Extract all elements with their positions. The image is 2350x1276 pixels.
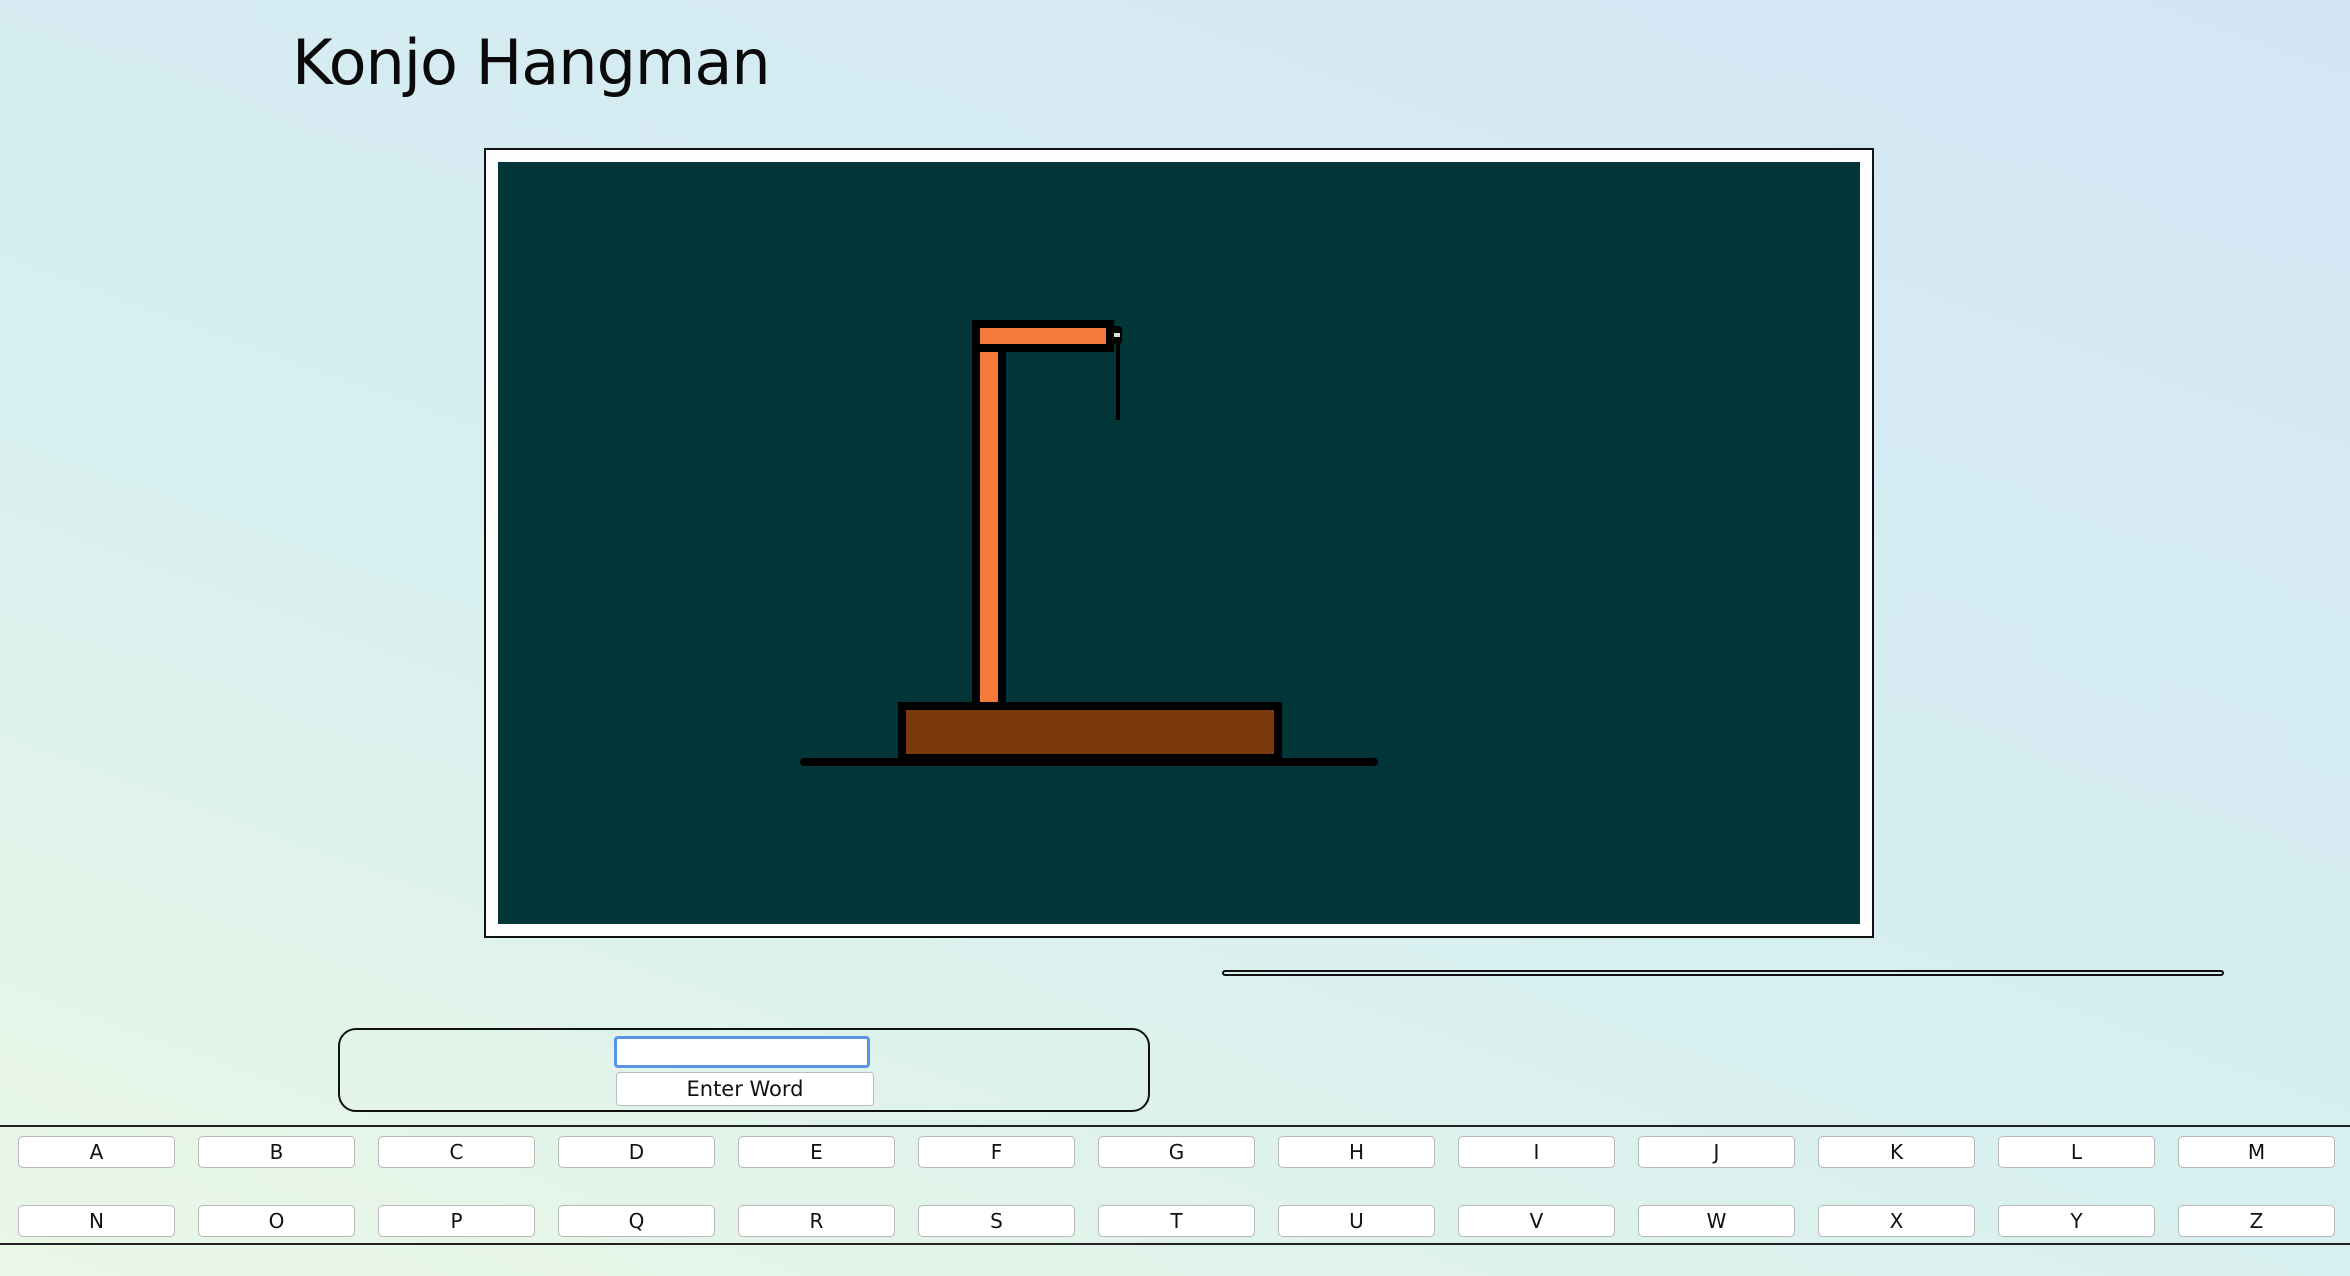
hangman-drawing — [800, 320, 1378, 766]
letter-key-c[interactable]: C — [378, 1136, 535, 1168]
letter-key-p[interactable]: P — [378, 1205, 535, 1237]
word-entry-panel: Enter Word — [338, 1028, 1150, 1112]
page-title: Konjo Hangman — [292, 26, 771, 99]
letter-key-m[interactable]: M — [2178, 1136, 2335, 1168]
beam-end-highlight — [1114, 333, 1120, 337]
word-input[interactable] — [614, 1036, 870, 1068]
gallows-post — [972, 320, 1006, 710]
letter-key-t[interactable]: T — [1098, 1205, 1255, 1237]
letter-key-i[interactable]: I — [1458, 1136, 1615, 1168]
letter-key-s[interactable]: S — [918, 1205, 1075, 1237]
enter-word-button[interactable]: Enter Word — [616, 1072, 874, 1106]
letter-key-l[interactable]: L — [1998, 1136, 2155, 1168]
letter-key-a[interactable]: A — [18, 1136, 175, 1168]
letter-key-h[interactable]: H — [1278, 1136, 1435, 1168]
letter-key-k[interactable]: K — [1818, 1136, 1975, 1168]
gallows-beam — [972, 320, 1114, 352]
letter-key-g[interactable]: G — [1098, 1136, 1255, 1168]
letter-key-f[interactable]: F — [918, 1136, 1075, 1168]
keyboard-row-2: N O P Q R S T U V W X Y Z — [18, 1205, 2335, 1237]
letter-key-n[interactable]: N — [18, 1205, 175, 1237]
letter-key-y[interactable]: Y — [1998, 1205, 2155, 1237]
game-board-frame — [484, 148, 1874, 938]
gallows-base — [898, 702, 1282, 762]
letter-keyboard: A B C D E F G H I J K L M N O P Q R S T … — [0, 1125, 2350, 1245]
letter-key-j[interactable]: J — [1638, 1136, 1795, 1168]
letter-key-u[interactable]: U — [1278, 1205, 1435, 1237]
letter-key-q[interactable]: Q — [558, 1205, 715, 1237]
letter-key-x[interactable]: X — [1818, 1205, 1975, 1237]
game-board — [498, 162, 1860, 924]
letter-key-w[interactable]: W — [1638, 1205, 1795, 1237]
keyboard-row-1: A B C D E F G H I J K L M — [18, 1136, 2335, 1168]
letter-key-d[interactable]: D — [558, 1136, 715, 1168]
letter-key-z[interactable]: Z — [2178, 1205, 2335, 1237]
letter-key-b[interactable]: B — [198, 1136, 355, 1168]
letter-key-v[interactable]: V — [1458, 1205, 1615, 1237]
letter-key-o[interactable]: O — [198, 1205, 355, 1237]
letter-key-e[interactable]: E — [738, 1136, 895, 1168]
letter-key-r[interactable]: R — [738, 1205, 895, 1237]
word-blanks-line — [1222, 970, 2224, 976]
